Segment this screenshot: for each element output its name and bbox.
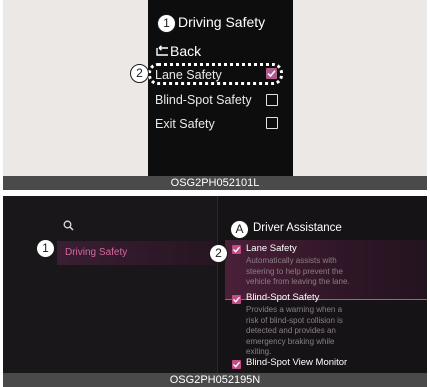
back-label: Back xyxy=(170,43,202,59)
panel-1-screenshot: 1 Driving Safety Back 2 Lane Safety Blin… xyxy=(3,0,427,190)
description-line: steering to help prevent the xyxy=(246,266,343,276)
exit-safety-checkbox[interactable] xyxy=(266,117,278,129)
menu-item-blind-spot-safety[interactable]: Blind-Spot Safety xyxy=(155,93,252,107)
blind-spot-safety-description: Provides a warning when a risk of blind-… xyxy=(246,305,416,358)
blind-spot-safety-checkbox[interactable] xyxy=(266,94,278,106)
page-title: Driving Safety xyxy=(178,14,266,30)
lane-safety-description: Automatically assists with steering to h… xyxy=(246,256,416,288)
lane-safety-checkbox[interactable] xyxy=(266,68,277,79)
option-lane-safety[interactable]: Lane Safety xyxy=(246,243,297,254)
back-button[interactable]: Back xyxy=(156,43,201,59)
description-line: emergency braking while xyxy=(246,336,335,346)
driving-safety-screen: 1 Driving Safety Back 2 Lane Safety Blin… xyxy=(130,0,293,176)
image-caption-2: OSG2PH052195N xyxy=(3,373,427,387)
search-icon[interactable] xyxy=(63,218,74,236)
page-title: Driver Assistance xyxy=(253,222,342,234)
sidebar-item-driving-safety[interactable]: Driving Safety xyxy=(57,241,215,265)
settings-sidebar: 1 Driving Safety xyxy=(3,196,217,373)
option-blind-spot-safety[interactable]: Blind-Spot Safety xyxy=(246,292,319,303)
description-line: detected and provides an xyxy=(246,326,336,335)
description-line: Provides a warning when a xyxy=(246,305,343,314)
description-line: Automatically assists with xyxy=(246,256,337,265)
panel-2-screenshot: 1 Driving Safety A Driver Assistance 2 L… xyxy=(3,196,427,387)
menu-item-lane-safety[interactable]: Lane Safety xyxy=(155,68,222,82)
menu-item-exit-safety[interactable]: Exit Safety xyxy=(155,117,215,131)
lane-safety-checkbox[interactable] xyxy=(232,245,241,254)
option-blind-spot-view-monitor[interactable]: Blind-Spot View Monitor xyxy=(246,357,347,368)
image-caption-1: OSG2PH052101L xyxy=(3,176,427,190)
description-line: vehicle from leaving the lane. xyxy=(246,277,350,286)
back-arrow-icon xyxy=(156,43,170,59)
sidebar-item-label: Driving Safety xyxy=(65,247,128,258)
callout-2: 2 xyxy=(130,64,149,83)
callout-1: 1 xyxy=(157,14,176,33)
description-line: exiting. xyxy=(246,347,272,356)
divider xyxy=(217,196,218,373)
description-line: risk of blind-spot collision is xyxy=(246,315,343,325)
blind-spot-safety-checkbox[interactable] xyxy=(232,295,241,304)
blind-spot-view-monitor-checkbox[interactable] xyxy=(232,360,241,369)
callout-2: 2 xyxy=(209,244,228,263)
callout-1: 1 xyxy=(36,239,55,258)
callout-a: A xyxy=(230,220,249,239)
